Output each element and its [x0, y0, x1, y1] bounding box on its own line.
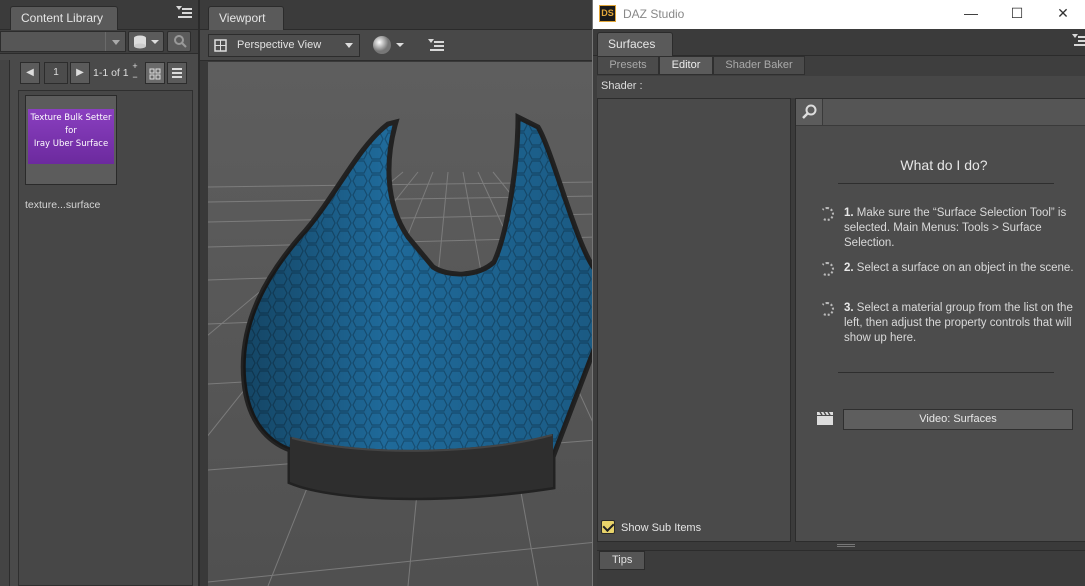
step-text: Select a material group from the list on…	[844, 302, 1073, 344]
loading-spinner-icon	[820, 262, 834, 276]
thumbnail-image: Texture Bulk Setter for Iray Uber Surfac…	[28, 109, 114, 164]
search-icon	[802, 104, 817, 119]
step-text: Select a surface on an object in the sce…	[856, 262, 1074, 274]
resize-strip[interactable]	[597, 542, 1085, 550]
property-filter-row	[796, 99, 1085, 126]
minimize-button[interactable]: —	[948, 0, 994, 29]
loading-spinner-icon	[820, 302, 834, 316]
content-item-thumbnail[interactable]: Texture Bulk Setter for Iray Uber Surfac…	[25, 95, 117, 185]
shader-row: Shader :	[597, 76, 1085, 98]
tab-viewport[interactable]: Viewport	[208, 6, 284, 30]
prev-page-button[interactable]: ◀	[20, 62, 40, 84]
list-icon	[172, 68, 182, 78]
content-library-tabbar: Content Library	[0, 0, 198, 30]
viewport-toolbar: Perspective View	[200, 30, 597, 61]
help-title: What do I do?	[900, 157, 988, 173]
surfaces-menu-icon[interactable]	[1072, 34, 1085, 48]
close-button[interactable]: ✕	[1040, 0, 1085, 29]
app-logo: DS	[599, 5, 616, 22]
window-title: DAZ Studio	[623, 7, 685, 21]
tab-tips[interactable]: Tips	[599, 551, 646, 570]
viewport-canvas[interactable]	[208, 62, 597, 586]
show-sub-items-label: Show Sub Items	[621, 522, 702, 534]
window-titlebar: DS DAZ Studio — ☐ ✕	[593, 0, 1085, 29]
pane-menu-icon[interactable]	[176, 6, 192, 20]
camera-selector[interactable]: Perspective View	[208, 34, 360, 57]
surfaces-tabbar: Surfaces	[593, 29, 1085, 56]
chevron-down-icon[interactable]	[105, 32, 125, 51]
sphere-shading-icon	[373, 36, 404, 54]
step-number: 3.	[844, 302, 854, 314]
shader-label: Shader :	[601, 80, 643, 92]
tips-bar: Tips	[597, 550, 1085, 586]
step-number: 2.	[844, 262, 854, 274]
camera-label: Perspective View	[237, 39, 322, 51]
content-library-pager: ◀ 1 ▶ 1-1 of 1 + −	[18, 61, 193, 88]
page-number-field[interactable]: 1	[44, 62, 68, 84]
step-text: Make sure the “Surface Selection Tool” i…	[844, 207, 1067, 249]
grip-icon	[837, 544, 855, 547]
list-view-button[interactable]	[167, 62, 187, 84]
camera-frame-icon	[214, 39, 227, 52]
page-range-text: 1-1 of 1	[93, 67, 129, 79]
database-icon	[134, 35, 159, 49]
thumbnail-line-3: Iray Uber Surface	[33, 139, 109, 149]
content-library-grid: Texture Bulk Setter for Iray Uber Surfac…	[18, 90, 193, 586]
property-pane: What do I do? 1. Make sure the “Surface …	[795, 98, 1085, 542]
search-button[interactable]	[167, 31, 191, 52]
next-page-button[interactable]: ▶	[70, 62, 90, 84]
step-number: 1.	[844, 207, 854, 219]
draw-style-button[interactable]	[370, 34, 410, 57]
zoom-stepper[interactable]: + −	[130, 61, 140, 85]
maximize-button[interactable]: ☐	[994, 0, 1040, 29]
viewport-pane: Viewport Perspective View	[198, 0, 597, 586]
divider	[838, 183, 1054, 184]
viewport-tabbar: Viewport	[200, 0, 597, 30]
content-item-label[interactable]: texture...surface	[25, 199, 100, 211]
daz-studio-window: DS DAZ Studio — ☐ ✕ Surfaces Presets Edi…	[592, 0, 1085, 586]
video-surfaces-button[interactable]: Video: Surfaces	[843, 409, 1073, 430]
video-clapper-icon	[817, 411, 833, 425]
content-library-toolbar	[0, 30, 198, 54]
database-button[interactable]	[128, 31, 164, 52]
subtab-presets[interactable]: Presets	[597, 56, 659, 75]
search-icon	[174, 35, 187, 48]
tab-surfaces[interactable]: Surfaces	[597, 32, 673, 56]
sports-bra-model	[240, 112, 597, 501]
content-library-pane: Content Library ◀ 1 ▶ 1-1 of 1 + − Textur…	[0, 0, 198, 586]
filter-search-button[interactable]	[796, 99, 823, 125]
grid-icon	[149, 68, 161, 80]
icon-view-button[interactable]	[145, 62, 165, 84]
help-step-2: 2. Select a surface on an object in the …	[844, 261, 1076, 276]
subtab-shader-baker[interactable]: Shader Baker	[713, 56, 805, 75]
help-step-3: 3. Select a material group from the list…	[844, 301, 1076, 346]
divider	[838, 372, 1054, 373]
subtab-editor[interactable]: Editor	[659, 56, 713, 75]
tab-content-library[interactable]: Content Library	[10, 6, 118, 30]
search-combo[interactable]	[0, 31, 126, 52]
loading-spinner-icon	[820, 207, 834, 221]
thumbnail-line-2: for	[65, 126, 77, 136]
help-step-1: 1. Make sure the “Surface Selection Tool…	[844, 206, 1076, 251]
chevron-down-icon	[345, 43, 353, 48]
folder-tree-strip[interactable]	[0, 60, 10, 586]
viewport-menu-icon[interactable]	[428, 39, 444, 53]
show-sub-items-checkbox[interactable]	[601, 520, 615, 534]
material-group-list[interactable]	[597, 98, 791, 542]
thumbnail-line-1: Texture Bulk Setter	[30, 113, 112, 123]
scene-render	[208, 112, 597, 586]
